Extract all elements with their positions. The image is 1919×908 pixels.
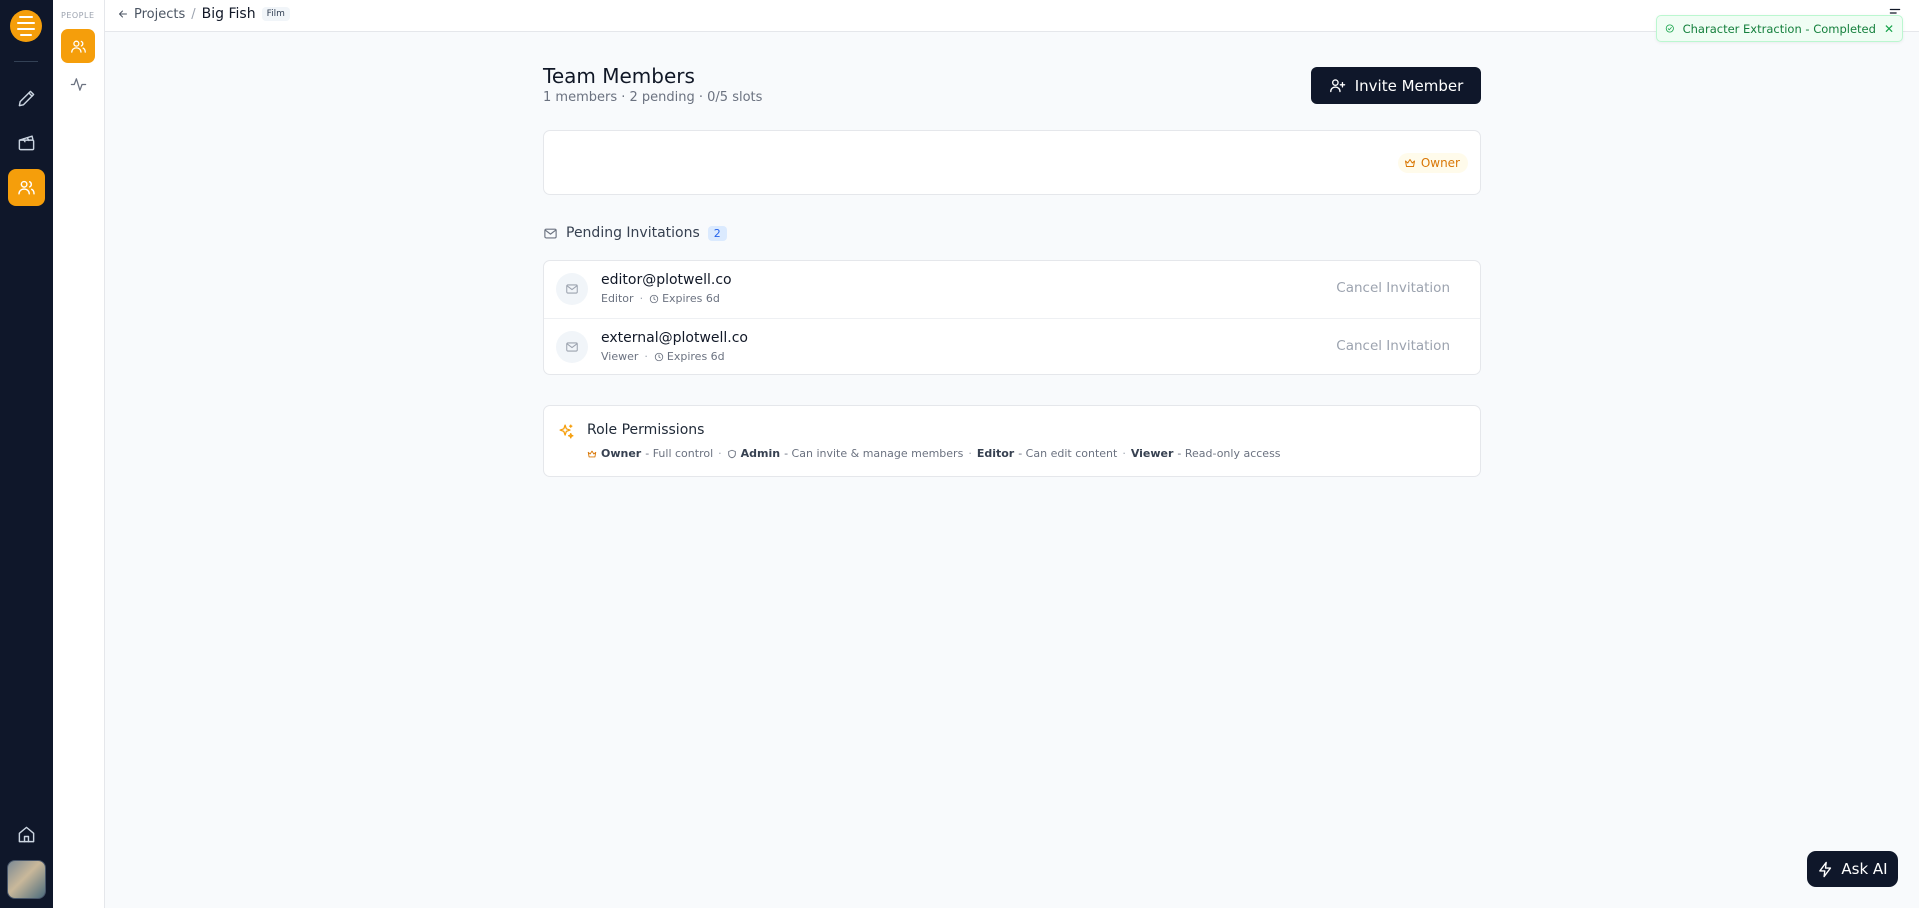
secondary-sidebar: PEOPLE — [53, 0, 105, 908]
mail-icon — [566, 284, 578, 294]
sidebar-section-label: PEOPLE — [61, 11, 95, 20]
role-desc-editor: - Can edit content — [1018, 447, 1118, 460]
invitation-expiry-label: Expires 6d — [666, 350, 725, 363]
pending-count-badge: 2 — [707, 225, 727, 241]
top-bar: Projects / Big Fish Film — [105, 0, 1919, 32]
sparkles-icon — [559, 424, 574, 439]
breadcrumb: Projects / Big Fish Film — [117, 6, 290, 22]
invitation-meta: Editor · Expires 6d — [601, 292, 720, 305]
invitation-role: Viewer — [601, 350, 639, 363]
page-subtitle: 1 members · 2 pending · 0/5 slots — [543, 90, 763, 105]
owner-badge-label: Owner — [1420, 156, 1460, 170]
home-icon — [18, 826, 35, 843]
pending-invitations-title: Pending Invitations — [566, 225, 700, 241]
rail-home-button[interactable] — [8, 816, 45, 853]
invitation-expiry: Expires 6d — [649, 292, 720, 305]
breadcrumb-projects-label: Projects — [134, 6, 186, 22]
users-icon — [70, 40, 86, 53]
crown-icon — [587, 450, 597, 457]
app-logo[interactable] — [10, 10, 42, 42]
meta-separator: · — [644, 350, 648, 363]
activity-icon — [70, 77, 86, 91]
role-separator: · — [968, 447, 972, 460]
ask-ai-button[interactable]: Ask AI — [1807, 851, 1898, 887]
invitation-avatar — [556, 331, 588, 363]
role-name-editor: Editor — [976, 447, 1015, 460]
invitation-expiry-label: Expires 6d — [662, 292, 720, 305]
role-permissions-card: Role Permissions Owner - Full control · … — [543, 405, 1481, 477]
app-rail — [0, 0, 53, 908]
project-type-badge: Film — [261, 7, 290, 21]
crown-icon — [1404, 159, 1415, 167]
role-badge-owner: Owner — [1397, 153, 1468, 173]
invitation-row: external@plotwell.co Viewer · Expires 6d… — [544, 318, 1480, 375]
settings-corner-button[interactable] — [1888, 4, 1902, 23]
breadcrumb-project-name: Big Fish — [201, 6, 256, 22]
role-desc-admin: - Can invite & manage members — [784, 447, 964, 460]
cancel-invitation-button[interactable]: Cancel Invitation — [1336, 338, 1450, 354]
role-permissions-title: Role Permissions — [587, 422, 705, 438]
invite-member-label: Invite Member — [1354, 76, 1464, 95]
sidebar-item-team[interactable] — [61, 29, 95, 63]
logo-mark-icon — [17, 14, 35, 38]
invitation-email: editor@plotwell.co — [601, 272, 732, 288]
role-desc-owner: - Full control — [645, 447, 714, 460]
back-to-projects-link[interactable]: Projects — [117, 7, 185, 22]
role-desc-viewer: - Read-only access — [1177, 447, 1281, 460]
cancel-invitation-button[interactable]: Cancel Invitation — [1336, 280, 1450, 296]
role-name-owner: Owner — [601, 447, 642, 460]
status-toast: Character Extraction - Completed ✕ — [1656, 15, 1903, 42]
clock-icon — [654, 352, 664, 361]
users-icon — [18, 180, 35, 195]
role-separator: · — [718, 447, 722, 460]
role-name-viewer: Viewer — [1130, 447, 1174, 460]
breadcrumb-separator: / — [191, 6, 196, 22]
sidebar-item-activity[interactable] — [61, 67, 95, 101]
check-circle-icon — [1665, 24, 1674, 33]
shield-icon — [727, 449, 736, 458]
user-plus-icon — [1329, 79, 1345, 93]
pencil-icon — [18, 90, 35, 107]
clapperboard-icon — [18, 135, 35, 151]
invitation-meta: Viewer · Expires 6d — [601, 350, 725, 363]
rail-divider — [14, 61, 38, 62]
role-permissions-summary: Owner - Full control · Admin - Can invit… — [587, 447, 1281, 460]
page-title: Team Members — [543, 64, 695, 88]
rail-production-button[interactable] — [8, 124, 45, 161]
invitation-expiry: Expires 6d — [654, 350, 725, 363]
rail-write-button[interactable] — [8, 80, 45, 117]
arrow-left-icon — [119, 10, 127, 18]
invite-member-button[interactable]: Invite Member — [1311, 67, 1481, 104]
mail-icon — [566, 342, 578, 352]
rail-people-button[interactable] — [8, 169, 45, 206]
meta-separator: · — [639, 292, 644, 305]
pending-invitations-header: Pending Invitations 2 — [543, 225, 727, 241]
user-avatar[interactable] — [7, 860, 46, 899]
invitation-row: editor@plotwell.co Editor · Expires 6d C… — [544, 261, 1480, 318]
pending-invitations-list: editor@plotwell.co Editor · Expires 6d C… — [543, 260, 1481, 375]
mail-icon — [544, 228, 557, 238]
invitation-avatar — [556, 273, 588, 305]
role-name-admin: Admin — [740, 447, 781, 460]
clock-icon — [649, 294, 659, 303]
role-separator: · — [1122, 447, 1126, 460]
invitation-role: Editor — [601, 292, 634, 305]
invitation-email: external@plotwell.co — [601, 330, 748, 346]
settings-icon — [1889, 8, 1901, 14]
toast-message: Character Extraction - Completed — [1682, 21, 1876, 36]
lightning-icon — [1819, 861, 1832, 877]
toast-close-button[interactable]: ✕ — [1884, 22, 1894, 36]
member-card-owner: Owner — [543, 130, 1481, 195]
ask-ai-label: Ask AI — [1841, 860, 1888, 878]
